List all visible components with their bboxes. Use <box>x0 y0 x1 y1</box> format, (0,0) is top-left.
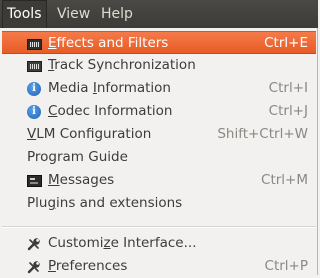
menu-item-track-synchronization[interactable]: Track Synchronization <box>2 54 316 77</box>
menu-help-label: Help <box>101 6 133 22</box>
menu-item-label: Effects and Filters <box>48 35 169 51</box>
equalizer-board-icon <box>26 36 42 52</box>
menu-item-shortcut: Ctrl+I <box>268 80 308 96</box>
menu-item-messages[interactable]: Messages Ctrl+M <box>2 169 316 192</box>
equalizer-board-icon <box>26 58 42 74</box>
menu-separator <box>2 226 316 228</box>
menu-item-shortcut: Ctrl+J <box>268 103 308 119</box>
menu-item-label: Media Information <box>48 80 171 96</box>
menu-help[interactable]: Help <box>97 0 137 28</box>
menu-item-label: Plugins and extensions <box>27 195 183 211</box>
menu-item-label: Program Guide <box>27 149 128 165</box>
info-icon: i <box>26 104 42 120</box>
menu-item-program-guide[interactable]: Program Guide <box>2 146 316 169</box>
menu-item-plugins-and-extensions[interactable]: Plugins and extensions <box>2 192 316 215</box>
wrench-icon <box>26 259 42 275</box>
menu-view[interactable]: View <box>53 0 94 28</box>
terminal-icon <box>26 173 42 189</box>
menu-item-shortcut: Ctrl+M <box>261 172 308 188</box>
info-icon: i <box>26 81 42 97</box>
menu-tools[interactable]: Tools <box>2 0 47 28</box>
menu-item-shortcut: Shift+Ctrl+W <box>217 126 308 142</box>
menu-item-customize-interface[interactable]: Customize Interface... <box>2 232 316 255</box>
menu-view-label: View <box>57 6 91 22</box>
menu-tools-label: Tools <box>7 6 42 22</box>
menu-item-label: Messages <box>48 172 115 188</box>
menu-item-label: Track Synchronization <box>48 57 196 73</box>
menu-item-label: Codec Information <box>48 103 173 119</box>
menu-item-label: VLM Configuration <box>27 126 152 142</box>
menu-bar: Tools View Help <box>0 0 318 29</box>
tools-dropdown-menu: Effects and Filters Ctrl+E Track Synchro… <box>0 28 318 275</box>
menu-item-shortcut: Ctrl+E <box>264 35 308 51</box>
menu-item-label: Customize Interface... <box>48 235 197 251</box>
wrench-icon <box>26 236 42 252</box>
menu-item-effects-and-filters[interactable]: Effects and Filters Ctrl+E <box>2 31 316 54</box>
menu-item-vlm-configuration[interactable]: VLM Configuration Shift+Ctrl+W <box>2 123 316 146</box>
menu-item-media-information[interactable]: i Media Information Ctrl+I <box>2 77 316 100</box>
menu-item-codec-information[interactable]: i Codec Information Ctrl+J <box>2 100 316 123</box>
